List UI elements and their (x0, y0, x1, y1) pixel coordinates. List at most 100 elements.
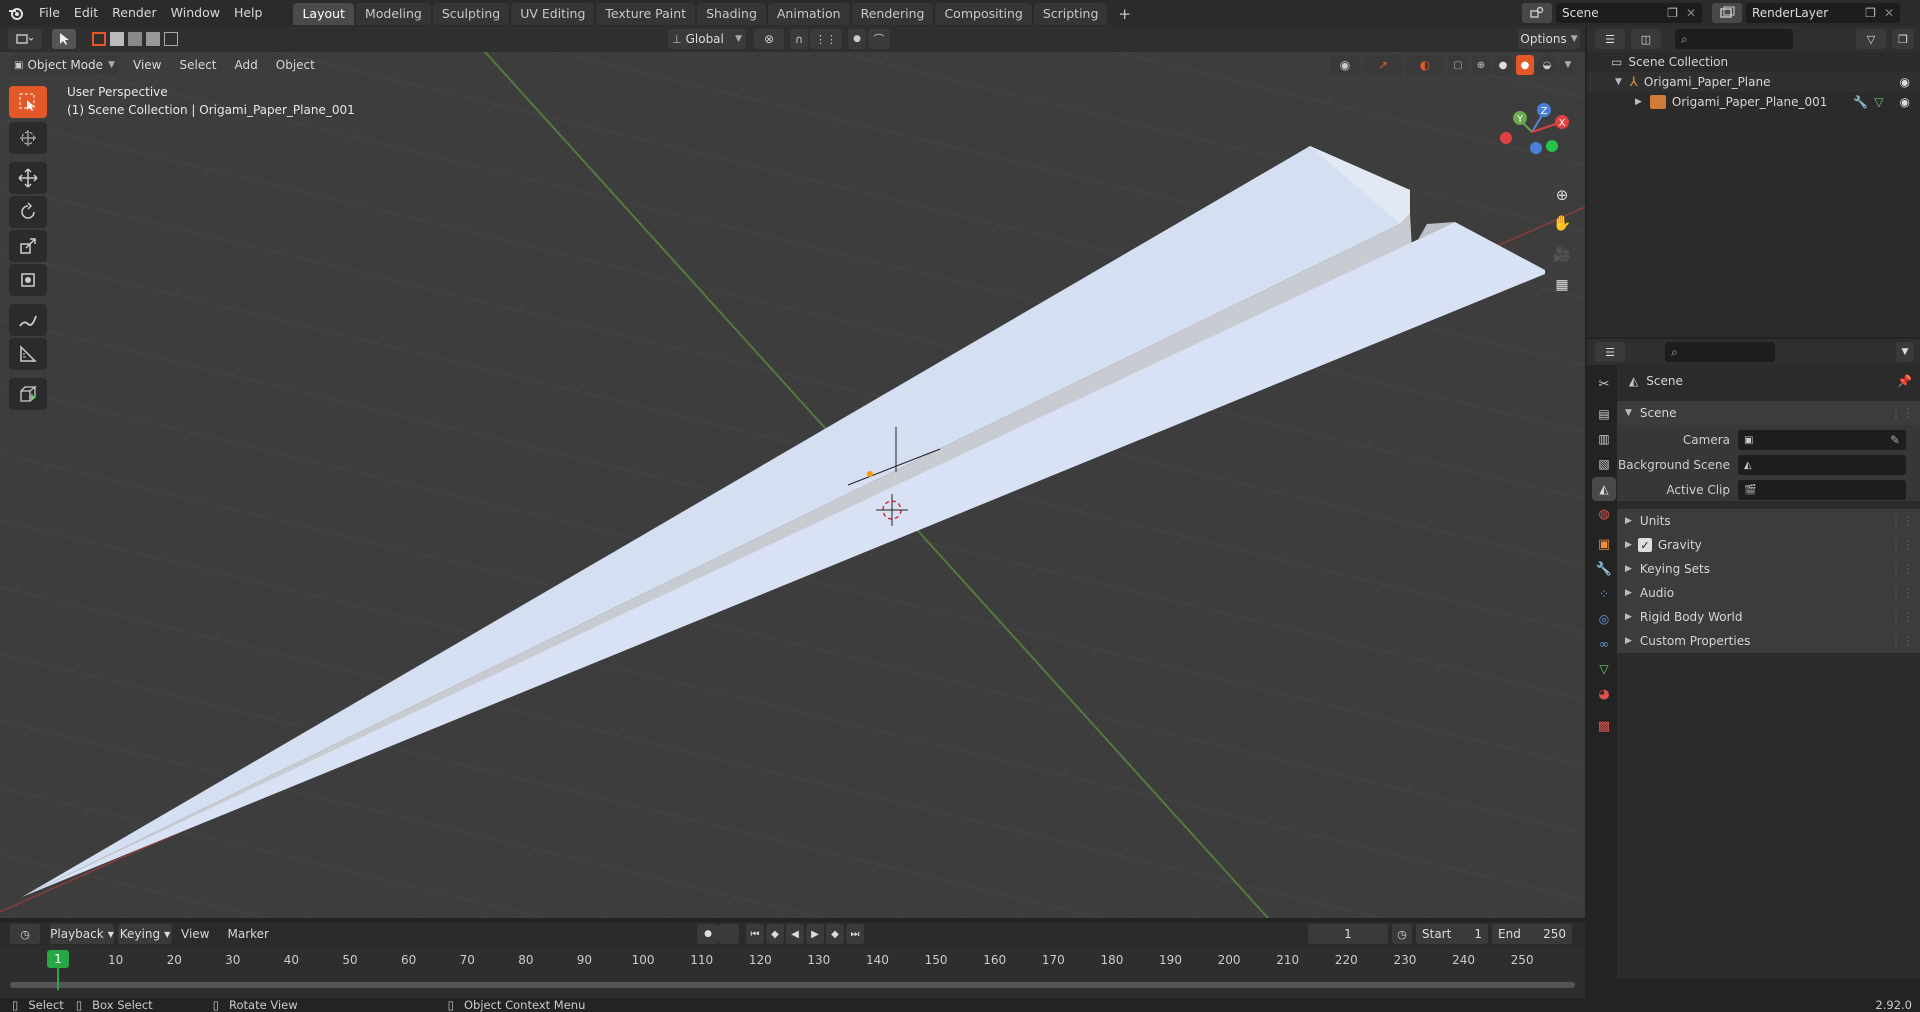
new-scene-icon[interactable]: ❐ (1667, 6, 1678, 20)
view-layer-field[interactable]: RenderLayer ❐ ✕ (1746, 3, 1900, 23)
tab-particles-icon[interactable]: ⁘ (1592, 582, 1616, 606)
pivot-point-dropdown[interactable]: ⊗ (754, 29, 784, 49)
shading-material[interactable]: ● (1516, 55, 1534, 75)
visibility-eye-icon[interactable]: ◉ (1900, 95, 1910, 109)
properties-search-input[interactable]: ⌕ (1665, 342, 1775, 362)
visibility-eye-icon[interactable]: ◉ (1900, 75, 1910, 89)
camera-view-icon[interactable]: 🎥 (1549, 242, 1575, 268)
scene-panel-header[interactable]: ▼ Scene ⋮⋮ (1617, 401, 1920, 425)
pan-view-hand-icon[interactable]: ✋ (1549, 210, 1575, 236)
mesh-data-icon[interactable]: ▽ (1874, 95, 1883, 109)
drag-handle-icon[interactable]: ⋮⋮ (1890, 586, 1914, 600)
selection-mode-subtract-icon[interactable] (128, 32, 142, 46)
proportional-falloff-dropdown[interactable]: ⌒ (868, 29, 890, 49)
navigation-gizmo[interactable]: Z Y X (1490, 92, 1570, 172)
tool-annotate[interactable] (9, 304, 47, 336)
shading-solid[interactable]: ● (1494, 55, 1512, 75)
start-frame-field[interactable]: Start 1 (1416, 924, 1488, 944)
visibility-dropdown[interactable]: ◉ (1330, 55, 1360, 75)
tab-constraints-icon[interactable]: ∞ (1592, 632, 1616, 656)
gravity-checkbox[interactable]: ✓ (1637, 538, 1652, 552)
timeline-menu-marker[interactable]: Marker (218, 927, 277, 941)
modifier-wrench-icon[interactable]: 🔧 (1853, 95, 1868, 109)
viewport-menu-select[interactable]: Select (170, 58, 225, 72)
snap-toggle[interactable]: ∩ (790, 29, 808, 49)
outliner-row-scene-collection[interactable]: ▭ Scene Collection (1587, 52, 1920, 72)
selection-mode-invert-icon[interactable] (146, 32, 160, 46)
custom-properties-panel-header[interactable]: ▶ Custom Properties ⋮⋮ (1617, 629, 1920, 653)
tab-view-layer-icon[interactable]: ▧ (1592, 452, 1616, 476)
snap-target-dropdown[interactable]: ⋮⋮ (810, 29, 842, 49)
filter-dropdown[interactable]: ▽ (1856, 29, 1886, 49)
tab-world-icon[interactable]: ◍ (1592, 502, 1616, 526)
keying-sets-panel-header[interactable]: ▶ Keying Sets ⋮⋮ (1617, 557, 1920, 581)
expand-arrow-icon[interactable]: ▼ (1615, 77, 1622, 87)
tab-data-icon[interactable]: ▽ (1592, 657, 1616, 681)
drag-handle-icon[interactable]: ⋮⋮ (1890, 538, 1914, 552)
tool-rotate[interactable] (9, 196, 47, 228)
tab-animation[interactable]: Animation (767, 3, 850, 25)
display-mode-dropdown[interactable]: ◫ (1631, 29, 1661, 49)
audio-panel-header[interactable]: ▶ Audio ⋮⋮ (1617, 581, 1920, 605)
play-icon[interactable]: ▶ (806, 924, 824, 944)
editor-type-icon[interactable] (8, 29, 42, 49)
select-tool-icon[interactable] (52, 29, 76, 49)
outliner-editor-type-icon[interactable]: ☰ (1595, 29, 1625, 49)
shading-wireframe[interactable]: ⊕ (1472, 55, 1490, 75)
tab-output-icon[interactable]: ▥ (1592, 427, 1616, 451)
outliner-row-plane[interactable]: ▼ ⅄ Origami_Paper_Plane ◉ (1587, 72, 1920, 92)
new-view-layer-icon[interactable]: ❐ (1865, 6, 1876, 20)
transform-orientation-dropdown[interactable]: ⊥ Global ▼ (668, 29, 746, 49)
tool-transform[interactable] (9, 264, 47, 296)
tab-shading[interactable]: Shading (697, 3, 766, 25)
shading-options-dropdown[interactable]: ▼ (1560, 55, 1576, 75)
outliner-search-input[interactable]: ⌕ (1675, 29, 1793, 49)
tool-add-cube[interactable] (9, 378, 47, 410)
jump-prev-keyframe-icon[interactable]: ◆ (766, 924, 784, 944)
tab-scripting[interactable]: Scripting (1033, 3, 1108, 25)
tool-cursor[interactable] (9, 122, 47, 154)
tab-material-icon[interactable]: ◕ (1592, 682, 1616, 706)
drag-handle-icon[interactable]: ⋮⋮ (1890, 610, 1914, 624)
tab-sculpting[interactable]: Sculpting (432, 3, 510, 25)
eyedropper-icon[interactable]: ✎ (1890, 433, 1900, 447)
tab-modifier-icon[interactable]: 🔧 (1592, 557, 1616, 581)
background-scene-field[interactable]: ◭ (1738, 455, 1906, 475)
viewport-menu-view[interactable]: View (124, 58, 170, 72)
keying-set-toggle[interactable] (719, 924, 739, 944)
scene-name-field[interactable]: Scene ❐ ✕ (1556, 3, 1702, 23)
menu-window[interactable]: Window (164, 0, 227, 26)
zoom-view-icon[interactable]: ⊕ (1549, 182, 1575, 208)
tool-select-box[interactable] (9, 86, 47, 118)
selection-mode-extend-icon[interactable] (110, 32, 124, 46)
tab-texture-icon[interactable]: ▩ (1592, 714, 1616, 738)
object-mode-dropdown[interactable]: ▣ Object Mode ▼ (10, 55, 118, 75)
jump-start-icon[interactable]: ⏮ (746, 924, 764, 944)
drag-handle-icon[interactable]: ⋮⋮ (1890, 634, 1914, 648)
menu-edit[interactable]: Edit (67, 0, 105, 26)
play-reverse-icon[interactable]: ◀ (786, 924, 804, 944)
tool-scale[interactable] (9, 230, 47, 262)
drag-handle-icon[interactable]: ⋮⋮ (1890, 514, 1914, 528)
properties-options-dropdown[interactable]: ▼ (1896, 342, 1914, 362)
jump-next-keyframe-icon[interactable]: ◆ (826, 924, 844, 944)
playback-dropdown[interactable]: Playback ▼ (50, 924, 114, 944)
properties-editor-type-icon[interactable]: ☰ (1595, 342, 1625, 362)
3d-viewport[interactable]: ▣ Object Mode ▼ View Select Add Object ◉… (0, 52, 1585, 918)
drag-handle-icon[interactable]: ⋮⋮ (1890, 562, 1914, 576)
selection-mode-intersect-icon[interactable] (164, 32, 178, 46)
preview-range-toggle[interactable]: ◷ (1392, 924, 1412, 944)
add-workspace-button[interactable]: + (1109, 3, 1140, 25)
gravity-panel-header[interactable]: ▶ ✓ Gravity ⋮⋮ (1617, 533, 1920, 557)
timeline-scrollbar[interactable] (10, 982, 1575, 988)
tab-rendering[interactable]: Rendering (851, 3, 934, 25)
tab-physics-icon[interactable]: ◎ (1592, 607, 1616, 631)
tab-layout[interactable]: Layout (293, 3, 354, 25)
tab-uv-editing[interactable]: UV Editing (511, 3, 595, 25)
overlay-toggle[interactable]: ◐ (1406, 55, 1444, 75)
menu-render[interactable]: Render (105, 0, 164, 26)
rigid-body-world-panel-header[interactable]: ▶ Rigid Body World ⋮⋮ (1617, 605, 1920, 629)
view-layer-browse-icon[interactable] (1712, 3, 1742, 23)
tab-object-icon[interactable]: ▣ (1592, 532, 1616, 556)
selection-mode-new-icon[interactable] (92, 32, 106, 46)
